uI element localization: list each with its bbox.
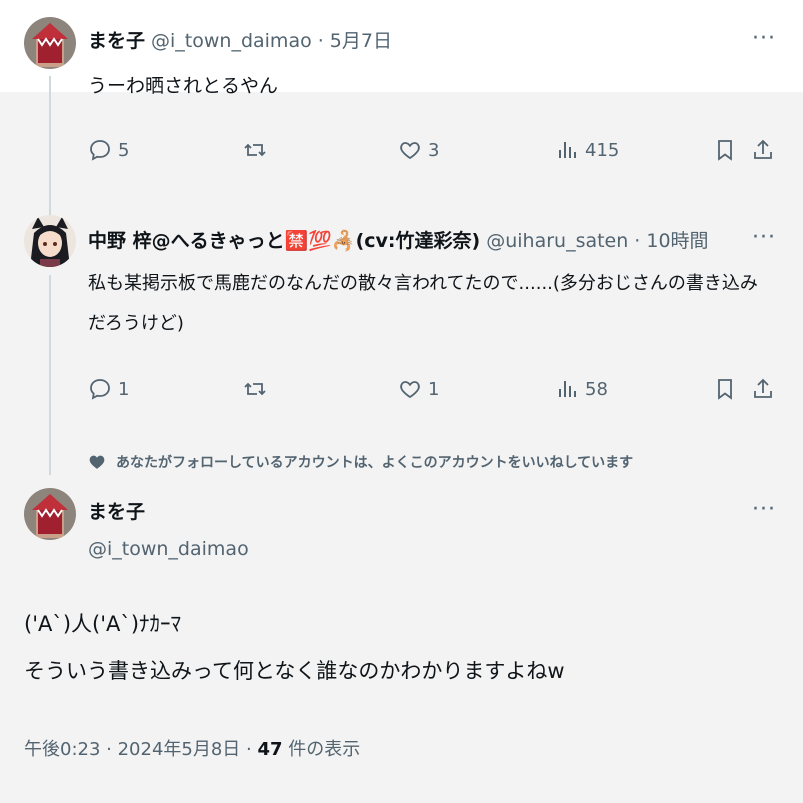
bookmark-icon bbox=[718, 379, 732, 400]
share-button[interactable] bbox=[751, 377, 775, 401]
like-count: 1 bbox=[428, 378, 440, 400]
reply-icon bbox=[90, 140, 110, 161]
like-button[interactable]: 3 bbox=[398, 138, 439, 162]
heart-filled-icon bbox=[89, 455, 105, 469]
retweet-icon bbox=[244, 143, 266, 157]
view-count: 415 bbox=[585, 139, 620, 161]
avatar[interactable] bbox=[24, 488, 76, 540]
tweet-text-line: 私も某掲示板で馬鹿だのなんだの散々言われてたので......(多分おじさんの書き… bbox=[88, 273, 758, 294]
tweet-time[interactable]: · 5月7日 bbox=[318, 26, 392, 53]
reply-icon bbox=[90, 379, 110, 400]
tweet-time[interactable]: · 10時間 bbox=[634, 226, 708, 253]
author-handle[interactable]: @i_town_daimao bbox=[88, 538, 249, 560]
share-button[interactable] bbox=[751, 138, 775, 162]
view-label: 件の表示 bbox=[282, 739, 361, 760]
view-count: 58 bbox=[585, 378, 608, 400]
like-icon bbox=[400, 142, 420, 160]
more-icon[interactable]: ··· bbox=[752, 499, 776, 521]
more-icon[interactable]: ··· bbox=[752, 227, 776, 249]
views-button[interactable]: 415 bbox=[555, 138, 619, 162]
tweet-text: うーわ晒されとるやん bbox=[88, 75, 279, 97]
tweet-timestamp[interactable]: 午後0:23 · 2024年5月8日 · bbox=[24, 739, 257, 760]
avatar[interactable] bbox=[24, 215, 76, 267]
bookmark-icon bbox=[718, 140, 732, 161]
tweet-timestamp-row: 午後0:23 · 2024年5月8日 · 47 件の表示 bbox=[24, 735, 360, 761]
views-button[interactable]: 58 bbox=[555, 377, 608, 401]
author-handle[interactable]: @uiharu_saten bbox=[486, 230, 628, 252]
more-icon[interactable]: ··· bbox=[752, 28, 776, 50]
reply-count: 1 bbox=[118, 378, 130, 400]
avatar[interactable] bbox=[24, 17, 76, 69]
reply-button[interactable]: 1 bbox=[88, 377, 129, 401]
bookmark-button[interactable] bbox=[713, 377, 737, 401]
reply-button[interactable]: 5 bbox=[88, 138, 129, 162]
view-count: 47 bbox=[257, 739, 283, 760]
retweet-button[interactable] bbox=[243, 377, 267, 401]
like-count: 3 bbox=[428, 139, 440, 161]
reply-count: 5 bbox=[118, 139, 130, 161]
social-context-note: あなたがフォローしているアカウントは、よくこのアカウントをいいねしています bbox=[116, 455, 634, 471]
tweet-text-line: そういう書き込みって何となく誰なのかわかりますよねw bbox=[24, 659, 565, 683]
author-name[interactable]: まを子 bbox=[88, 26, 145, 53]
like-button[interactable]: 1 bbox=[398, 377, 439, 401]
author-name[interactable]: 中野 梓@へるきゃっと🈲💯🦂(cv:竹達彩奈) bbox=[88, 226, 480, 253]
author-handle[interactable]: @i_town_daimao bbox=[151, 30, 312, 52]
share-icon bbox=[754, 378, 772, 398]
share-icon bbox=[754, 139, 772, 159]
bookmark-button[interactable] bbox=[713, 138, 737, 162]
tweet-text-line: ('A`)人('A`)ﾅｶｰﾏ bbox=[24, 612, 182, 636]
retweet-button[interactable] bbox=[243, 138, 267, 162]
thread-line bbox=[49, 275, 51, 475]
tweet-text-line: だろうけど) bbox=[88, 313, 184, 334]
views-icon bbox=[559, 142, 576, 158]
views-icon bbox=[559, 381, 576, 397]
author-name[interactable]: まを子 bbox=[88, 497, 145, 524]
thread-line bbox=[49, 76, 51, 221]
like-icon bbox=[400, 381, 420, 399]
tweet-text: 私も某掲示板で馬鹿だのなんだの散々言われてたので......(多分おじさんの書き… bbox=[88, 268, 788, 340]
retweet-icon bbox=[244, 382, 266, 396]
